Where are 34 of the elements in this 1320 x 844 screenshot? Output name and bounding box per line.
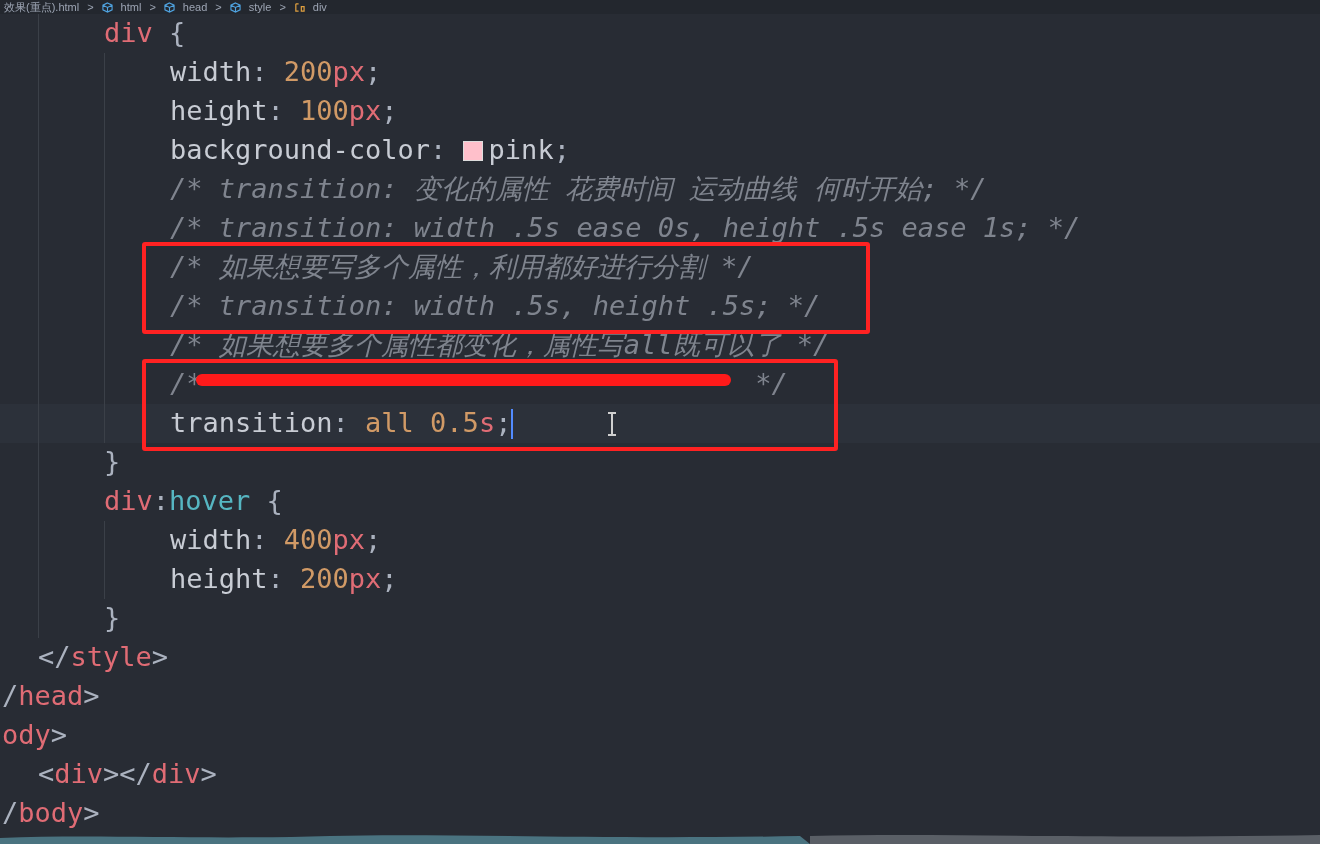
text-cursor-icon: [606, 412, 618, 436]
code-line: width: 400px;: [170, 523, 382, 558]
code-comment: /* transition: width .5s, height .5s; */: [170, 289, 821, 324]
breadcrumb-item[interactable]: style: [248, 0, 272, 14]
color-swatch[interactable]: [462, 140, 483, 161]
code-line: div {: [104, 16, 186, 51]
code-comment: /* transition: width .5s ease 0s, height .5s ease 1s; */: [170, 211, 1081, 246]
breadcrumb-separator: >: [87, 0, 94, 14]
cube-icon: [101, 1, 113, 13]
code-line: height: 200px;: [170, 562, 398, 597]
code-line: }: [104, 445, 121, 480]
code-line: /head>: [2, 679, 100, 714]
breadcrumb-item[interactable]: 效果(重点).html: [4, 0, 80, 14]
code-line: }: [104, 601, 121, 636]
code-line: background-color: pink;: [170, 133, 570, 168]
code-line: </style>: [38, 640, 169, 675]
breadcrumb-item[interactable]: head: [182, 0, 208, 14]
code-line: /body>: [2, 796, 100, 831]
code-line: width: 200px;: [170, 55, 382, 90]
bracket-icon: [293, 1, 305, 13]
code-line: div:hover {: [104, 484, 283, 519]
code-line: transition: all 0.5s;: [170, 406, 512, 441]
cube-icon: [229, 1, 241, 13]
breadcrumb-separator: >: [215, 0, 222, 14]
breadcrumb-separator: >: [149, 0, 156, 14]
code-comment: /* transition: 变化的属性 花费时间 运动曲线 何时开始; */: [170, 172, 987, 207]
code-line: height: 100px;: [170, 94, 398, 129]
code-line: <div></div>: [38, 757, 217, 792]
cube-icon: [163, 1, 175, 13]
breadcrumb-item[interactable]: html: [120, 0, 142, 14]
code-comment: /* 如果想要写多个属性，利用都好进行分割 */: [170, 250, 754, 285]
code-line: ody>: [2, 718, 68, 753]
breadcrumb-item[interactable]: div: [312, 0, 327, 14]
breadcrumb-separator: >: [279, 0, 286, 14]
